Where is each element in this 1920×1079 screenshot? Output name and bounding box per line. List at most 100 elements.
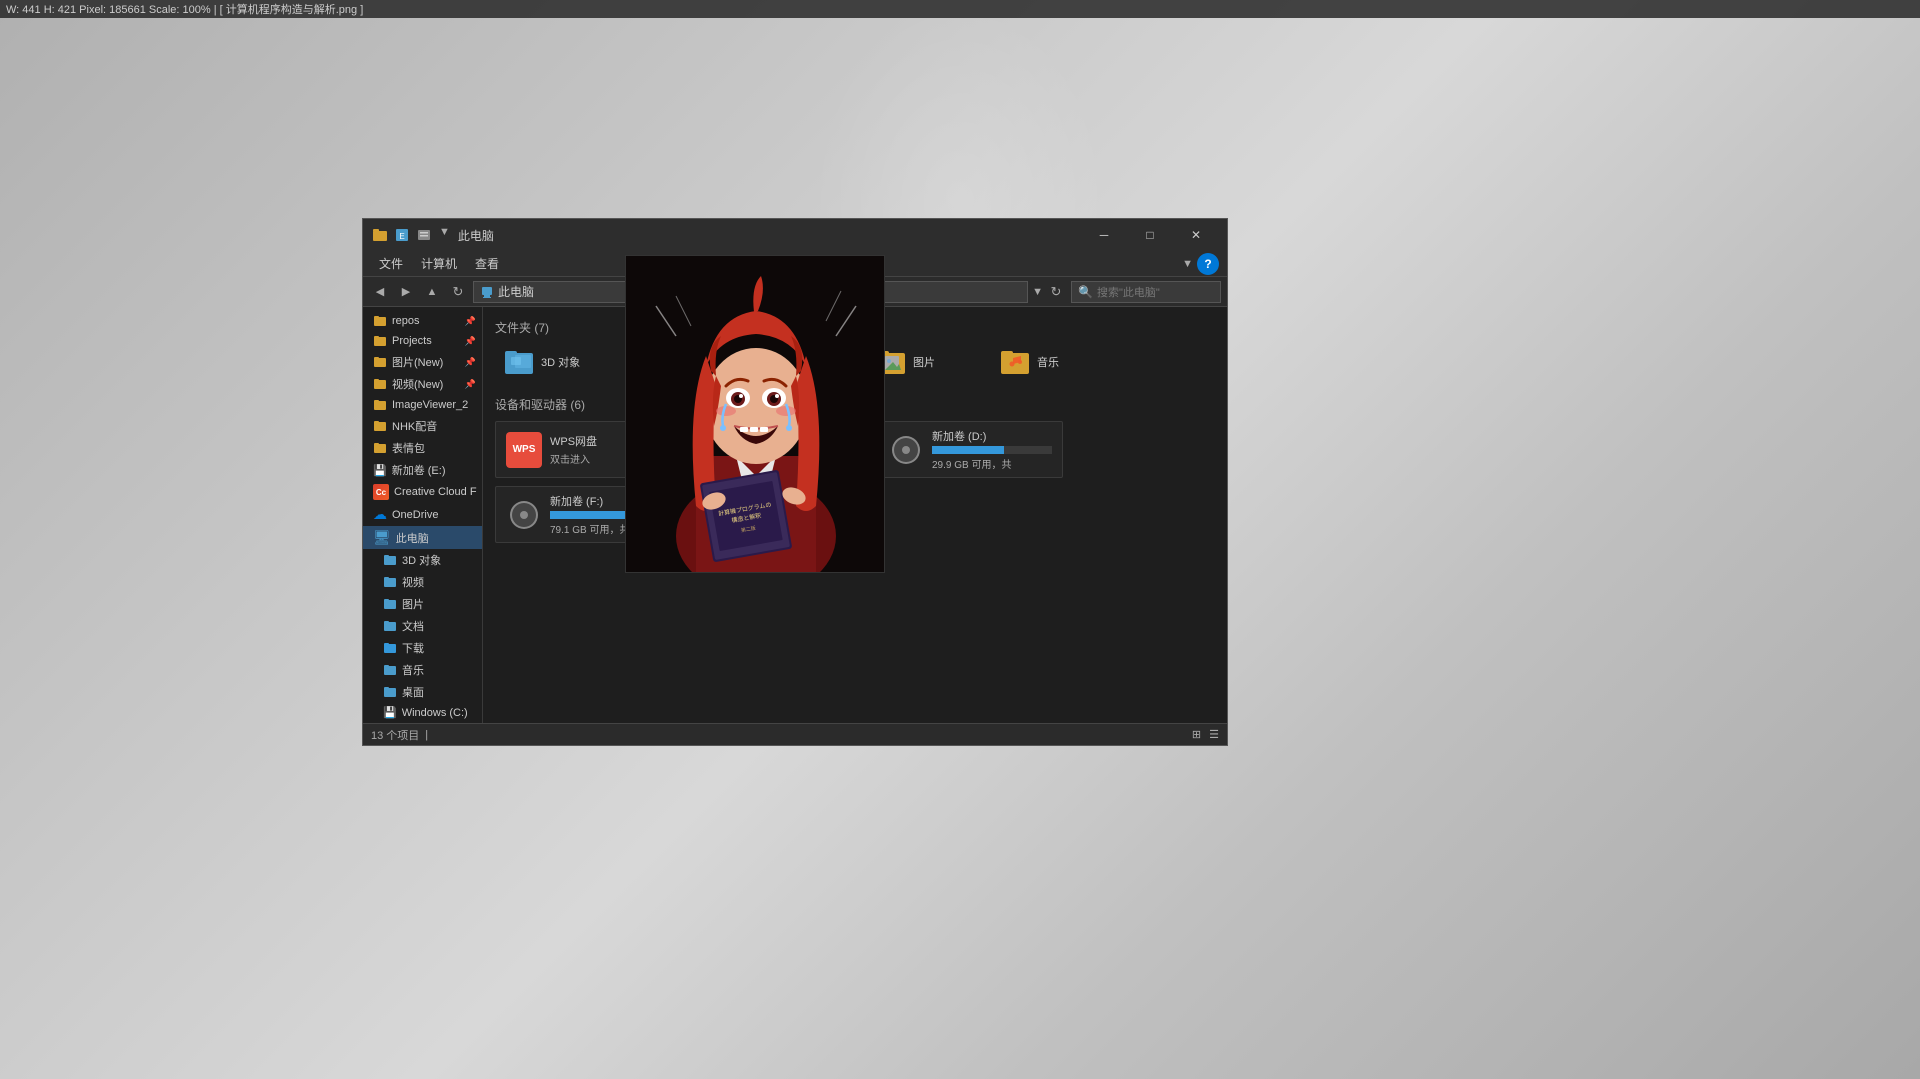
sidebar-label: 视频	[402, 574, 424, 590]
sidebar-label: 3D 对象	[402, 552, 441, 568]
drive-d-bar	[932, 446, 1004, 454]
sidebar-label: repos	[392, 315, 420, 327]
menu-file[interactable]: 文件	[371, 253, 411, 274]
pin-icon: 📌	[465, 357, 476, 368]
onedrive-icon: ☁	[373, 506, 387, 523]
sidebar-item-music[interactable]: 音乐	[363, 659, 482, 681]
sidebar-label: Creative Cloud F	[394, 486, 477, 498]
maximize-button[interactable]: □	[1127, 219, 1173, 251]
sidebar-item-emojis[interactable]: 表情包	[363, 437, 482, 459]
view-icon-list[interactable]: ☰	[1209, 728, 1219, 741]
sidebar-label: 桌面	[402, 684, 424, 700]
folder-item-music[interactable]: 音乐	[991, 344, 1111, 380]
sidebar-label: Projects	[392, 335, 432, 347]
sidebar-label: OneDrive	[392, 509, 438, 521]
view-icon-large[interactable]: ⊞	[1192, 728, 1201, 741]
sidebar-item-pictures-new[interactable]: 图片(New) 📌	[363, 351, 482, 373]
sidebar-label: 新加卷 (E:)	[392, 462, 446, 478]
drive-d-info: 新加卷 (D:) 29.9 GB 可用，共	[932, 428, 1052, 471]
search-box[interactable]: 🔍 搜索"此电脑"	[1071, 281, 1221, 303]
back-button[interactable]: ◀	[369, 281, 391, 303]
folder-icon	[373, 355, 387, 369]
sidebar-item-onedrive[interactable]: ☁ OneDrive	[363, 503, 482, 526]
folder-icon-blue	[383, 553, 397, 567]
sidebar-item-projects[interactable]: Projects 📌	[363, 331, 482, 351]
folder-icon-download	[383, 641, 397, 655]
address-text: 此电脑	[498, 283, 534, 300]
wps-drive-sublabel: 双击进入	[550, 451, 597, 466]
sidebar-label: ImageViewer_2	[392, 399, 468, 411]
sidebar-item-nhk[interactable]: NHK配音	[363, 415, 482, 437]
sidebar-item-videos-new[interactable]: 视频(New) 📌	[363, 373, 482, 395]
folder-icon	[383, 575, 397, 589]
search-placeholder: 搜索"此电脑"	[1097, 284, 1160, 300]
wps-drive-name: WPS网盘	[550, 433, 597, 449]
sidebar-item-3d-objects[interactable]: 3D 对象	[363, 549, 482, 571]
sidebar-item-windows-c[interactable]: 💾 Windows (C:)	[363, 703, 482, 722]
sidebar-label: 文档	[402, 618, 424, 634]
forward-button[interactable]: ▶	[395, 281, 417, 303]
close-button[interactable]: ✕	[1173, 219, 1219, 251]
wps-drive-info: WPS网盘 双击进入	[550, 433, 597, 466]
address-refresh-group: ▼ ↻	[1032, 281, 1067, 303]
folder-icon	[373, 377, 387, 391]
sidebar-label: 此电脑	[396, 530, 429, 546]
image-info-label: W: 441 H: 421 Pixel: 185661 Scale: 100% …	[6, 1, 363, 17]
folder-icon-3d	[503, 348, 535, 376]
sidebar-label: 表情包	[392, 440, 425, 456]
anime-character-svg: 計算機プログラムの 構造と解釈 第二版	[626, 256, 885, 573]
pc-address-icon	[480, 285, 494, 299]
wps-icon: WPS	[506, 432, 542, 468]
folder-item-pictures[interactable]: 图片	[867, 344, 987, 380]
drive-d-bar-container	[932, 446, 1052, 454]
pin-icon: 📌	[465, 316, 476, 327]
status-bar-right: ⊞ ☰	[1192, 728, 1219, 741]
sidebar-item-documents[interactable]: 文档	[363, 615, 482, 637]
svg-text:E: E	[399, 232, 404, 241]
title-bar-app-icons: E ▼	[371, 226, 450, 244]
folder-icon-music	[999, 348, 1031, 376]
creative-cloud-icon: Cc	[373, 484, 389, 500]
sidebar-label: 视频(New)	[392, 376, 443, 392]
minimize-button[interactable]: ─	[1081, 219, 1127, 251]
folder-icon	[373, 314, 387, 328]
menu-view[interactable]: 查看	[467, 253, 507, 274]
sidebar-item-pictures[interactable]: 图片	[363, 593, 482, 615]
drive-icon: 💾	[373, 464, 387, 477]
disk-drive-icon-f	[506, 497, 542, 533]
address-dropdown-btn[interactable]: ▼	[1032, 286, 1043, 298]
address-refresh-btn[interactable]: ↻	[1045, 281, 1067, 303]
menu-computer[interactable]: 计算机	[413, 253, 465, 274]
drive-d-name: 新加卷 (D:)	[932, 428, 1052, 444]
up-button[interactable]: ▲	[421, 281, 443, 303]
title-bar: E ▼ 此电脑 ─ □ ✕	[363, 219, 1227, 251]
drive-d-space: 29.9 GB 可用，共	[932, 456, 1052, 471]
sidebar-item-this-pc[interactable]: 🖥 此电脑	[363, 526, 482, 549]
sidebar: repos 📌 Projects 📌 图片(New) 📌 视频(New) 📌	[363, 307, 483, 723]
folder-label: 3D 对象	[541, 354, 580, 370]
pin-icon: 📌	[465, 336, 476, 347]
sidebar-label: 图片(New)	[392, 354, 443, 370]
drive-item-d[interactable]: 新加卷 (D:) 29.9 GB 可用，共	[877, 421, 1063, 478]
sidebar-item-imageviewer[interactable]: ImageViewer_2	[363, 395, 482, 415]
folder-icon	[373, 441, 387, 455]
window-controls: ─ □ ✕	[1081, 219, 1219, 251]
sidebar-item-drive-e[interactable]: 💾 新加卷 (E:)	[363, 459, 482, 481]
expand-ribbon-btn[interactable]: ▼	[1182, 258, 1193, 270]
disk-drive-icon-d	[888, 432, 924, 468]
sidebar-item-repos[interactable]: repos 📌	[363, 311, 482, 331]
menu-bar-right: ▼ ?	[1182, 253, 1219, 275]
anime-overlay: 計算機プログラムの 構造と解釈 第二版	[625, 255, 885, 573]
folder-label: 音乐	[1037, 354, 1059, 370]
item-count: 13 个项目	[371, 727, 419, 743]
refresh-button[interactable]: ↻	[447, 281, 469, 303]
sidebar-item-desktop[interactable]: 桌面	[363, 681, 482, 703]
folder-icon	[373, 419, 387, 433]
sidebar-item-creative-cloud[interactable]: Cc Creative Cloud F	[363, 481, 482, 503]
help-button[interactable]: ?	[1197, 253, 1219, 275]
folder-item-3d-objects[interactable]: 3D 对象	[495, 344, 615, 380]
sidebar-label: 音乐	[402, 662, 424, 678]
sidebar-item-downloads[interactable]: 下载	[363, 637, 482, 659]
window-title: 此电脑	[458, 227, 1081, 244]
sidebar-item-videos[interactable]: 视频	[363, 571, 482, 593]
